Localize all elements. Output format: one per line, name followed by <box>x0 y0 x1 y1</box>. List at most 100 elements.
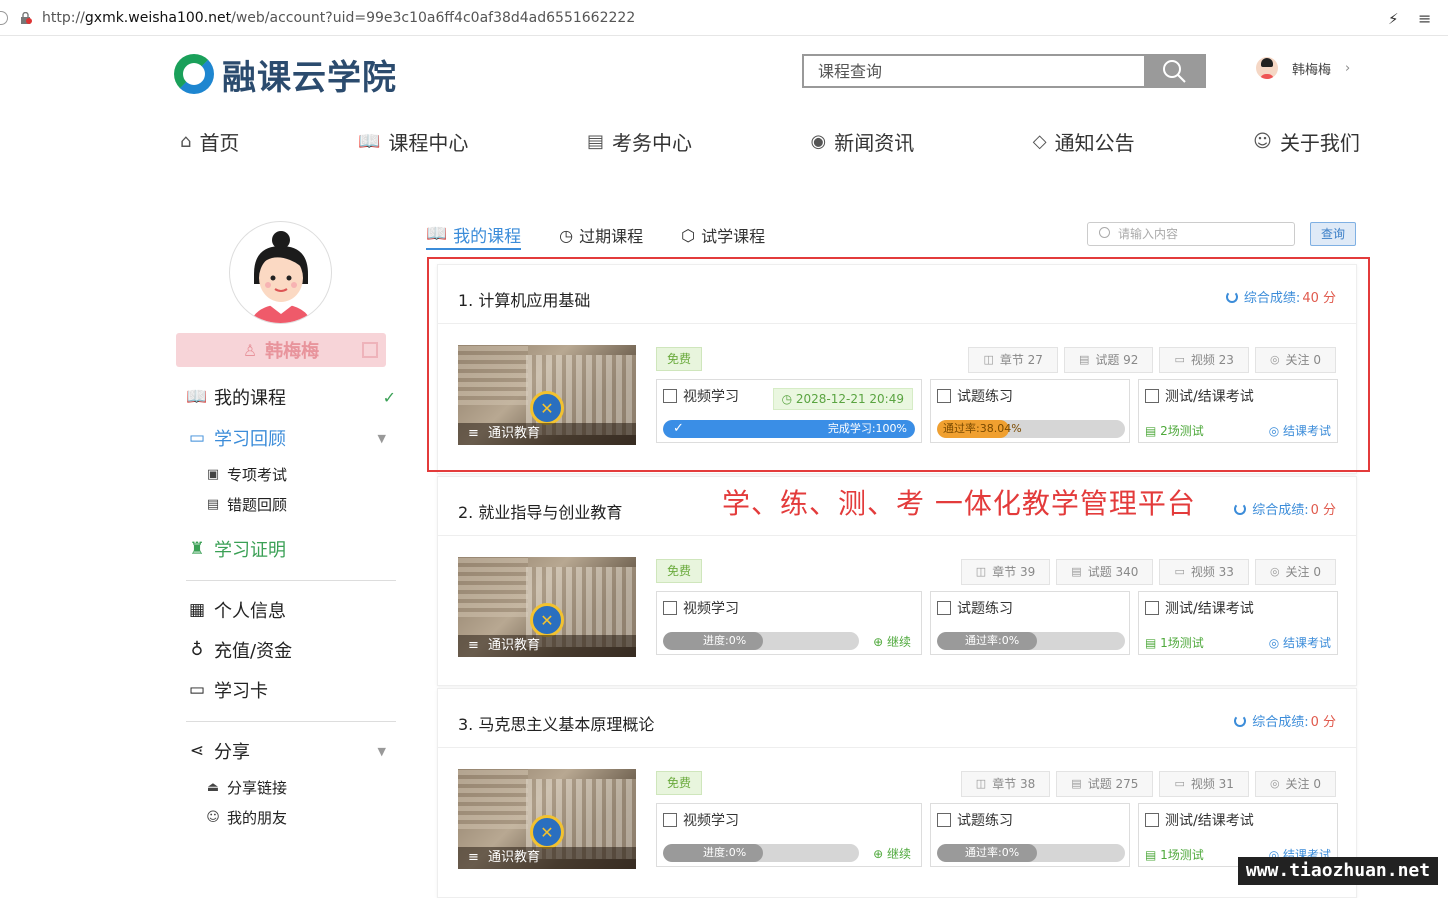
url-text[interactable]: http://gxmk.weisha100.net/web/account?ui… <box>42 10 635 26</box>
stat-label: 关注 0 <box>1285 565 1321 579</box>
exercise-box[interactable]: 试题练习 通过率:0% <box>930 803 1130 867</box>
browser-address-bar[interactable]: http://gxmk.weisha100.net/web/account?ui… <box>0 0 1448 36</box>
stat-chapters[interactable]: ◫ 章节 38 <box>960 771 1051 797</box>
sidebar-tab-handle[interactable] <box>0 11 8 25</box>
upload-icon: ⏏ <box>206 779 220 795</box>
exercise-box[interactable]: 试题练习 通过率:0% <box>930 591 1130 655</box>
test-count[interactable]: ▤ 1场测试 <box>1145 846 1204 863</box>
chapter-icon: ◫ <box>975 777 987 790</box>
sidebar-item-review[interactable]: ▭ 学习回顾 ▼ <box>186 425 386 451</box>
arrow-right-circle-icon: ⊕ <box>873 635 887 649</box>
stat-label: 试题 340 <box>1087 565 1139 579</box>
sidebar-item-certificate[interactable]: ♜ 学习证明 <box>186 536 286 562</box>
list-icon: ▤ <box>1071 777 1082 790</box>
pie-chart-icon <box>1234 502 1247 515</box>
stat-videos[interactable]: ▭ 视频 31 <box>1159 771 1249 797</box>
expand-icon[interactable] <box>362 342 378 358</box>
stat-videos[interactable]: ▭ 视频 33 <box>1159 559 1249 585</box>
course-score[interactable]: 综合成绩: 0 分 <box>1234 711 1336 730</box>
stat-follows[interactable]: ◎ 关注 0 <box>1254 559 1336 585</box>
sidebar-sub-wrong-questions[interactable]: ▤ 错题回顾 <box>205 493 287 515</box>
target-icon: ◎ <box>1268 636 1283 650</box>
course-title[interactable]: 2. 就业指导与创业教育 <box>458 499 622 523</box>
test-icon <box>1145 601 1159 615</box>
tab-expired-courses[interactable]: ◷ 过期课程 <box>559 220 643 250</box>
test-exam-box[interactable]: 测试/结课考试 ▤ 1场测试 ◎ 结课考试 <box>1138 591 1338 655</box>
search-icon <box>1163 60 1186 83</box>
site-logo[interactable]: 融课云学院 <box>174 52 397 98</box>
profile-name-bar: ♙ 韩梅梅 <box>176 333 386 367</box>
nav-courses[interactable]: 📖 课程中心 <box>358 127 468 156</box>
nav-home[interactable]: ⌂ 首页 <box>180 127 239 156</box>
sidebar-item-share[interactable]: ⋖ 分享 ▼ <box>186 738 386 764</box>
course-thumbnail[interactable]: ✕ 通识教育 <box>458 557 636 657</box>
video-learning-box[interactable]: 视频学习 进度:0% ⊕ 继续 <box>656 803 922 867</box>
stat-label: 视频 33 <box>1190 565 1234 579</box>
search-button[interactable] <box>1144 56 1204 86</box>
video-learning-box[interactable]: 视频学习 进度:0% ⊕ 继续 <box>656 591 922 655</box>
book-icon: 📖 <box>357 130 381 152</box>
monitor-icon: ▭ <box>188 428 206 448</box>
school-badge-icon: ✕ <box>530 815 564 849</box>
school-badge-icon: ✕ <box>530 603 564 637</box>
sidebar-sub-label: 错题回顾 <box>227 495 288 514</box>
course-search <box>802 54 1206 88</box>
stat-label: 章节 38 <box>992 777 1036 791</box>
nav-label: 关于我们 <box>1279 130 1360 155</box>
sidebar-item-my-courses[interactable]: 📖 我的课程 ✓ <box>186 384 396 410</box>
stat-questions[interactable]: ▤ 试题 275 <box>1056 771 1154 797</box>
sidebar-sub-share-link[interactable]: ⏏ 分享链接 <box>205 776 287 798</box>
score-label: 综合成绩: <box>1252 715 1309 730</box>
course-score[interactable]: 综合成绩: 0 分 <box>1234 499 1336 518</box>
people-icon: ☺ <box>206 809 220 825</box>
sidebar-item-study-card[interactable]: ▭ 学习卡 <box>186 677 268 703</box>
profile-avatar[interactable] <box>229 221 332 324</box>
sidebar-divider <box>186 721 396 722</box>
logo-mark-icon <box>174 54 214 94</box>
test-count[interactable]: ▤ 1场测试 <box>1145 634 1204 651</box>
tab-trial-courses[interactable]: ⬡ 试学课程 <box>681 220 765 250</box>
sidebar-sub-special-exam[interactable]: ▣ 专项考试 <box>205 463 287 485</box>
query-button[interactable]: 查询 <box>1310 222 1356 246</box>
sidebar-item-label: 分享 <box>214 742 250 763</box>
stat-follows[interactable]: ◎ 关注 0 <box>1254 771 1336 797</box>
nav-about[interactable]: ☺ 关于我们 <box>1253 127 1360 156</box>
sidebar-item-label: 个人信息 <box>214 601 286 622</box>
course-filter-input[interactable]: 请输入内容 <box>1087 222 1295 246</box>
score-value: 0 分 <box>1310 503 1336 518</box>
course-search-input[interactable] <box>804 56 1144 86</box>
book-icon: 📖 <box>426 224 448 244</box>
nav-label: 首页 <box>199 130 240 155</box>
sidebar-sub-friends[interactable]: ☺ 我的朋友 <box>205 806 287 828</box>
cube-icon: ⬡ <box>681 225 696 245</box>
tab-label: 过期课程 <box>579 227 644 246</box>
book-icon: 📖 <box>186 387 208 407</box>
sidebar-item-profile[interactable]: ▦ 个人信息 <box>186 597 286 623</box>
nav-exams[interactable]: ▤ 考务中心 <box>587 127 692 156</box>
chevron-right-icon: › <box>1345 60 1351 76</box>
lightning-icon[interactable]: ⚡ <box>1388 10 1399 28</box>
continue-link[interactable]: ⊕ 继续 <box>873 845 911 862</box>
thumb-building <box>458 557 528 617</box>
continue-label: 继续 <box>886 847 911 861</box>
nav-notices[interactable]: ◇ 通知公告 <box>1033 127 1135 156</box>
course-thumbnail[interactable]: ✕ 通识教育 <box>458 769 636 869</box>
tab-my-courses[interactable]: 📖 我的课程 <box>426 220 522 250</box>
card-divider <box>438 747 1356 748</box>
course-title[interactable]: 3. 马克思主义基本原理概论 <box>458 711 654 735</box>
box-title-label: 视频学习 <box>683 813 739 829</box>
continue-link[interactable]: ⊕ 继续 <box>873 633 911 650</box>
end-exam-link[interactable]: ◎ 结课考试 <box>1269 634 1331 651</box>
course-card: 3. 马克思主义基本原理概论 综合成绩:0 分 ✕ 通识教育 免费 ◫ 章节 38… <box>437 688 1357 898</box>
menu-icon[interactable]: ≡ <box>1418 9 1431 28</box>
user-menu[interactable]: 韩梅梅 › <box>1256 54 1350 82</box>
nav-news[interactable]: ◉ 新闻资讯 <box>811 127 915 156</box>
stat-chapters[interactable]: ◫ 章节 39 <box>960 559 1051 585</box>
not-secure-icon[interactable] <box>19 12 32 24</box>
highlight-frame <box>427 257 1370 472</box>
main-nav: ⌂ 首页 📖 课程中心 ▤ 考务中心 ◉ 新闻资讯 ◇ 通知公告 ☺ 关于我们 <box>180 124 1360 158</box>
stat-questions[interactable]: ▤ 试题 340 <box>1056 559 1154 585</box>
sidebar-item-recharge[interactable]: ♁ 充值/资金 <box>186 637 292 663</box>
list-icon: ▤ <box>206 496 220 512</box>
progress-label: 进度:0% <box>703 846 747 859</box>
